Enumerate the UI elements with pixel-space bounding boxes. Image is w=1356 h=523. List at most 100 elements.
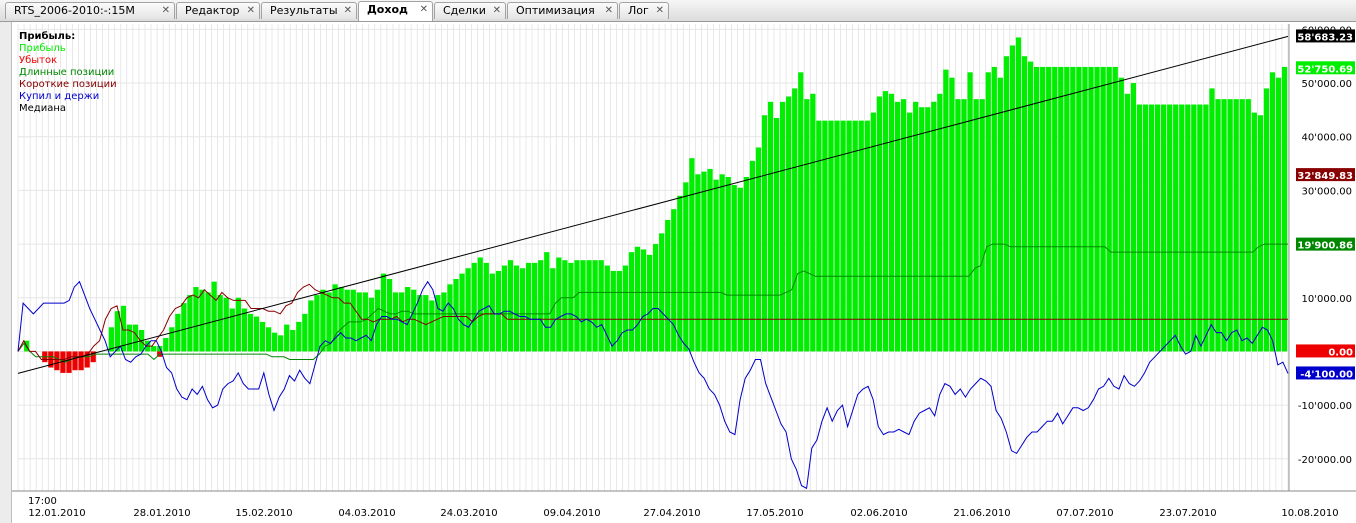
profit-bar: [205, 292, 211, 352]
profit-bar: [1009, 45, 1016, 352]
profit-bar: [604, 265, 610, 352]
y-tick-label: 30'000.00: [1302, 186, 1352, 197]
profit-bar: [828, 120, 834, 352]
profit-bar: [1154, 104, 1161, 352]
profit-bar: [1239, 99, 1245, 352]
profit-bar: [471, 262, 477, 352]
profit-bar: [786, 96, 792, 352]
profit-bar: [882, 91, 889, 352]
profit-bar: [362, 292, 368, 352]
profit-bar: [1124, 93, 1130, 352]
profit-bar: [199, 289, 205, 352]
value-marker: 32'849.83: [1296, 168, 1355, 182]
profit-bar: [876, 96, 883, 352]
close-icon[interactable]: ✕: [656, 3, 664, 19]
profit-bar: [489, 273, 495, 352]
tab-0[interactable]: RTS_2006-2010:-:15M ✕: [5, 2, 175, 19]
profit-bar: [997, 77, 1003, 352]
profit-bar: [1245, 99, 1251, 352]
profit-bar: [284, 324, 290, 352]
y-tick-label: -20'000.00: [1298, 455, 1352, 466]
profit-bar: [501, 265, 508, 352]
x-tick-label: 09.04.2010: [543, 508, 600, 519]
profit-bar: [253, 316, 260, 352]
profit-bar: [562, 260, 568, 352]
close-icon[interactable]: ✕: [420, 2, 428, 18]
profit-bar: [973, 99, 979, 352]
y-tick-label: 10'000.00: [1302, 294, 1352, 305]
close-icon[interactable]: ✕: [344, 3, 352, 19]
value-marker-label: 52'750.69: [1297, 64, 1353, 75]
profit-bar: [1191, 104, 1197, 352]
y-axis: 60'000.0050'000.0040'000.0030'000.0020'0…: [1288, 24, 1352, 491]
profit-bar: [332, 284, 338, 352]
y-tick-label: 50'000.00: [1302, 79, 1352, 90]
profit-bar: [447, 284, 453, 352]
profit-bar: [719, 174, 725, 352]
profit-bar: [653, 244, 659, 352]
x-tick-label: 23.07.2010: [1159, 508, 1216, 519]
tab-label: Лог: [628, 4, 649, 17]
x-tick-label: 02.06.2010: [850, 508, 907, 519]
profit-bar: [290, 329, 296, 352]
close-icon[interactable]: ✕: [605, 3, 613, 19]
profit-bar: [870, 112, 876, 352]
x-tick-label: 28.01.2010: [133, 508, 190, 519]
profit-bar: [544, 252, 550, 352]
profit-bar: [181, 303, 187, 352]
tab-2[interactable]: Результаты ✕: [261, 2, 357, 19]
profit-bar: [761, 115, 768, 352]
profit-bar: [804, 99, 810, 352]
profit-bar: [132, 324, 139, 352]
profit-bar: [1275, 77, 1282, 352]
close-icon[interactable]: ✕: [162, 3, 170, 19]
profit-bar: [949, 77, 955, 352]
profit-bar: [211, 281, 217, 352]
profit-bar: [979, 99, 985, 352]
profit-bar: [1058, 66, 1064, 352]
profit-bar: [913, 101, 919, 352]
profit-bar: [344, 289, 350, 352]
profit-bar: [429, 300, 435, 352]
x-axis: 17:0012.01.2010 28.01.2010 15.02.2010 04.03…: [12, 490, 1356, 519]
x-tick-label: 24.03.2010: [440, 508, 497, 519]
profit-bar: [900, 99, 907, 352]
tab-3[interactable]: Доход ✕: [358, 1, 433, 21]
profit-bar: [925, 107, 931, 352]
profit-bar: [737, 187, 743, 352]
tab-1[interactable]: Редактор ✕: [176, 2, 260, 19]
tab-6[interactable]: Лог ✕: [619, 2, 669, 19]
profit-bar: [580, 260, 586, 352]
profit-bar: [1167, 104, 1173, 352]
profit-bar: [350, 289, 356, 352]
profit-bar: [126, 324, 133, 352]
legend-item: Короткие позиции: [19, 79, 117, 90]
tab-label: Результаты: [270, 4, 338, 17]
tab-4[interactable]: Сделки ✕: [434, 2, 506, 19]
profit-bar: [1094, 66, 1100, 352]
close-icon[interactable]: ✕: [493, 3, 501, 19]
profit-bar: [163, 338, 169, 352]
profit-bar: [259, 321, 266, 352]
profit-bar: [550, 268, 556, 352]
profit-bar: [1106, 66, 1112, 352]
profit-bar: [592, 260, 598, 352]
profit-bar: [296, 321, 302, 352]
profit-bar: [1015, 37, 1022, 352]
profit-bar: [1257, 115, 1264, 352]
loss-bar: [66, 351, 72, 373]
value-marker: 0.00: [1296, 344, 1355, 358]
profit-bar: [380, 273, 387, 352]
x-tick-label: 15.02.2010: [235, 508, 292, 519]
legend-item: Длинные позиции: [19, 67, 115, 78]
tab-5[interactable]: Оптимизация ✕: [507, 2, 618, 19]
value-marker: -4'100.00: [1296, 366, 1355, 380]
profit-bar: [991, 66, 997, 352]
profit-bar: [1148, 104, 1155, 352]
profit-bar: [1251, 112, 1257, 352]
profit-bar: [743, 176, 749, 352]
profit-bar: [229, 308, 235, 352]
close-icon[interactable]: ✕: [247, 3, 255, 19]
profit-bar: [417, 295, 423, 352]
profit-bar: [1070, 66, 1076, 352]
